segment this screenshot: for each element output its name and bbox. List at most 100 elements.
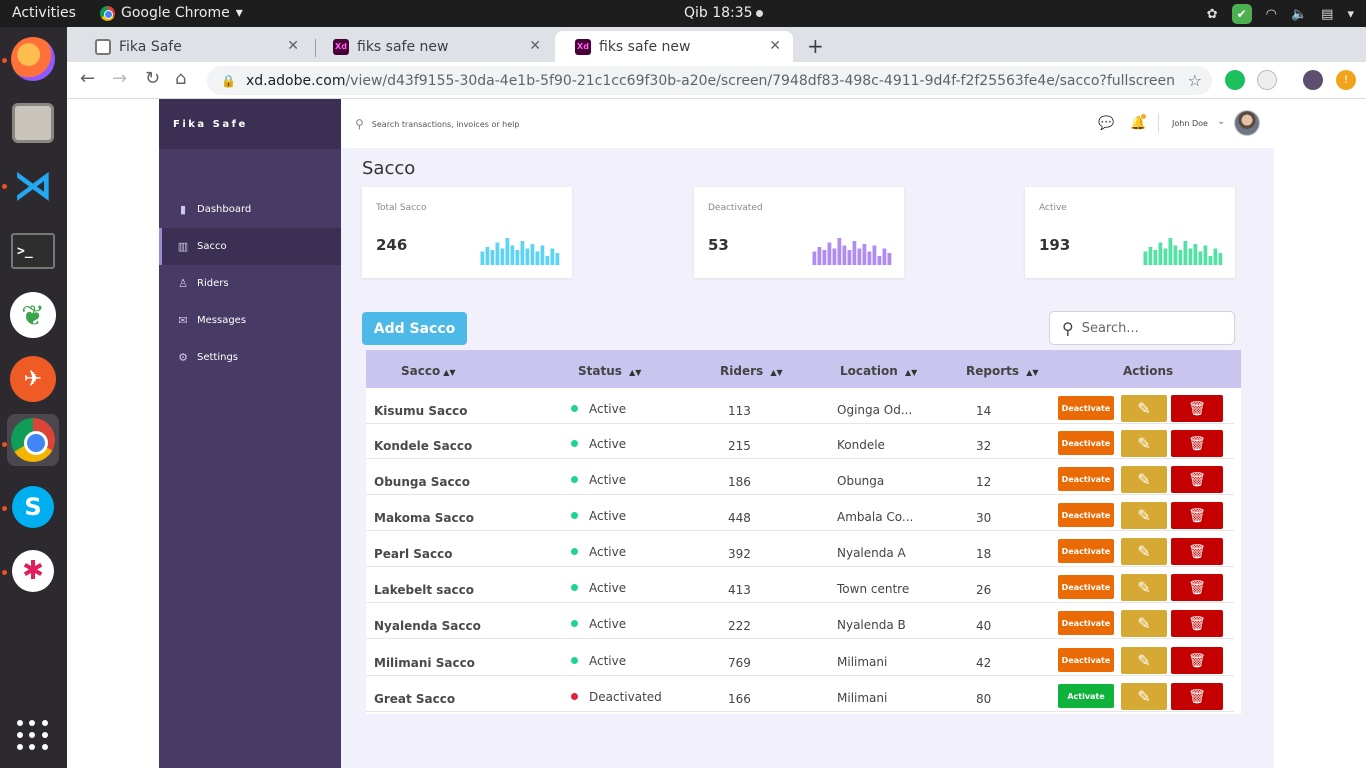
table-row: Milimani Sacco Active 769 Milimani 42 Deactiv…	[366, 640, 1234, 676]
add-sacco-button[interactable]: Add Sacco	[362, 312, 467, 345]
dock-postman[interactable]: ✈	[7, 353, 59, 405]
sparkline-bar	[530, 244, 535, 265]
user-name[interactable]: John Doe	[1172, 119, 1208, 128]
dock-mongodb[interactable]: ❦	[7, 289, 59, 341]
new-tab-button[interactable]: +	[807, 34, 824, 58]
pencil-icon: ✎	[1137, 434, 1151, 453]
chevron-down-icon[interactable]: ⌄	[1217, 116, 1225, 127]
table-search-input[interactable]: ⚲ Search...	[1049, 311, 1235, 345]
address-bar[interactable]: 🔒 xd.adobe.com/view/d43f9155-30da-4e1b-5…	[207, 66, 1212, 95]
reload-icon[interactable]: ↻	[145, 68, 160, 89]
back-arrow-icon[interactable]: ←	[80, 68, 95, 89]
security-shield-icon[interactable]: ✔	[1231, 4, 1252, 24]
sparkline-bar	[1188, 248, 1193, 265]
close-icon[interactable]: ✕	[529, 38, 541, 54]
column-header-location[interactable]: Location ▲▼	[840, 364, 917, 378]
edit-button[interactable]: ✎	[1121, 395, 1167, 422]
sparkline-bar	[862, 244, 867, 265]
tab-fika-safe[interactable]: Fika Safe ✕	[75, 31, 311, 62]
column-header-status[interactable]: Status ▲▼	[578, 364, 641, 378]
edit-button[interactable]: ✎	[1121, 610, 1167, 637]
sidebar-item-settings[interactable]: ⚙ Settings	[159, 339, 341, 376]
chat-icon[interactable]: 💬	[1098, 116, 1114, 131]
close-icon[interactable]: ✕	[769, 38, 781, 54]
update-icon[interactable]: !	[1336, 70, 1356, 90]
app-menu[interactable]: Google Chrome ▾	[100, 5, 243, 21]
dock-terminal[interactable]: >_	[7, 225, 59, 277]
deactivate-button[interactable]: Deactivate	[1058, 648, 1114, 672]
bookmark-star-icon[interactable]: ☆	[1188, 71, 1202, 90]
activate-button[interactable]: Activate	[1058, 684, 1114, 708]
delete-button[interactable]: 🗑	[1171, 430, 1223, 457]
profile-avatar-icon[interactable]	[1303, 70, 1323, 90]
deactivate-button[interactable]: Deactivate	[1058, 467, 1114, 491]
sidebar-item-dashboard[interactable]: ▮ Dashboard	[159, 191, 341, 228]
chrome-icon	[11, 418, 55, 462]
activities-button[interactable]: Activities	[12, 5, 76, 21]
close-icon[interactable]: ✕	[287, 38, 299, 54]
delete-button[interactable]: 🗑	[1171, 683, 1223, 710]
edit-button[interactable]: ✎	[1121, 502, 1167, 529]
dock-skype[interactable]: S	[7, 481, 59, 533]
dock-vscode[interactable]: ⋊	[7, 160, 59, 212]
app-indicator-icon[interactable]: ✿	[1207, 7, 1218, 22]
sidebar-item-messages[interactable]: ✉ Messages	[159, 302, 341, 339]
deactivate-button[interactable]: Deactivate	[1058, 539, 1114, 563]
deactivate-button[interactable]: Deactivate	[1058, 396, 1114, 420]
home-icon[interactable]: ⌂	[175, 68, 186, 89]
edit-button[interactable]: ✎	[1121, 466, 1167, 493]
sacco-name-cell: Great Sacco	[374, 692, 456, 706]
deactivate-button[interactable]: Deactivate	[1058, 431, 1114, 455]
status-cell: Active	[589, 545, 627, 559]
edit-button[interactable]: ✎	[1121, 574, 1167, 601]
edit-button[interactable]: ✎	[1121, 683, 1167, 710]
delete-button[interactable]: 🗑	[1171, 395, 1223, 422]
extension-shield-icon[interactable]	[1225, 70, 1245, 90]
sparkline-bar	[485, 247, 490, 265]
deactivate-button[interactable]: Deactivate	[1058, 503, 1114, 527]
show-applications-button[interactable]	[7, 709, 59, 761]
browser-tab-strip: Fika Safe ✕ Xd fiks safe new ✕ Xd fiks s…	[67, 27, 1366, 62]
delete-button[interactable]: 🗑	[1171, 574, 1223, 601]
delete-button[interactable]: 🗑	[1171, 538, 1223, 565]
sidebar-item-riders[interactable]: ♙ Riders	[159, 265, 341, 302]
dock-chrome[interactable]	[7, 414, 59, 466]
app-header: ⚲ Search transactions, invoices or help …	[341, 99, 1274, 148]
mongodb-leaf-icon: ❦	[10, 292, 56, 338]
tab-fiks-safe-new-1[interactable]: Xd fiks safe new ✕	[313, 31, 553, 62]
dock-files[interactable]	[7, 97, 59, 149]
delete-button[interactable]: 🗑	[1171, 647, 1223, 674]
column-header-sacco[interactable]: Sacco ▲▼	[401, 364, 456, 378]
reports-cell: 32	[976, 439, 992, 453]
wifi-icon[interactable]: ◠	[1266, 7, 1277, 22]
clock[interactable]: Qib 18:35	[684, 5, 763, 21]
system-tray[interactable]: ✿ ✔ ◠ 🔈 ▤ ▾	[1207, 4, 1354, 24]
dock-firefox[interactable]	[7, 33, 59, 85]
volume-icon[interactable]: 🔈	[1291, 7, 1307, 22]
column-header-riders[interactable]: Riders ▲▼	[720, 364, 783, 378]
deactivate-button[interactable]: Deactivate	[1058, 611, 1114, 635]
delete-button[interactable]: 🗑	[1171, 502, 1223, 529]
tab-fiks-safe-new-2[interactable]: Xd fiks safe new ✕	[555, 31, 793, 62]
sparkline-bar	[827, 242, 832, 265]
lock-icon: 🔒	[221, 73, 236, 88]
edit-button[interactable]: ✎	[1121, 430, 1167, 457]
chevron-down-icon[interactable]: ▾	[1347, 7, 1354, 22]
forward-arrow-icon[interactable]: →	[112, 68, 127, 89]
delete-button[interactable]: 🗑	[1171, 610, 1223, 637]
delete-button[interactable]: 🗑	[1171, 466, 1223, 493]
edit-button[interactable]: ✎	[1121, 647, 1167, 674]
avatar[interactable]	[1234, 110, 1260, 136]
sidebar-item-label: Dashboard	[197, 204, 252, 215]
dock-slack[interactable]: ✱	[7, 545, 59, 597]
deactivate-button[interactable]: Deactivate	[1058, 575, 1114, 599]
extension-icon[interactable]	[1257, 70, 1277, 90]
sparkline-bar	[1213, 248, 1218, 265]
sidebar-item-sacco[interactable]: ▥ Sacco	[159, 228, 341, 265]
sparkline-bar	[540, 245, 545, 265]
clipboard-icon[interactable]: ▤	[1321, 7, 1333, 22]
edit-button[interactable]: ✎	[1121, 538, 1167, 565]
global-search[interactable]: ⚲ Search transactions, invoices or help	[355, 117, 519, 131]
column-header-reports[interactable]: Reports ▲▼	[966, 364, 1039, 378]
location-cell: Ambala Co...	[837, 510, 914, 524]
